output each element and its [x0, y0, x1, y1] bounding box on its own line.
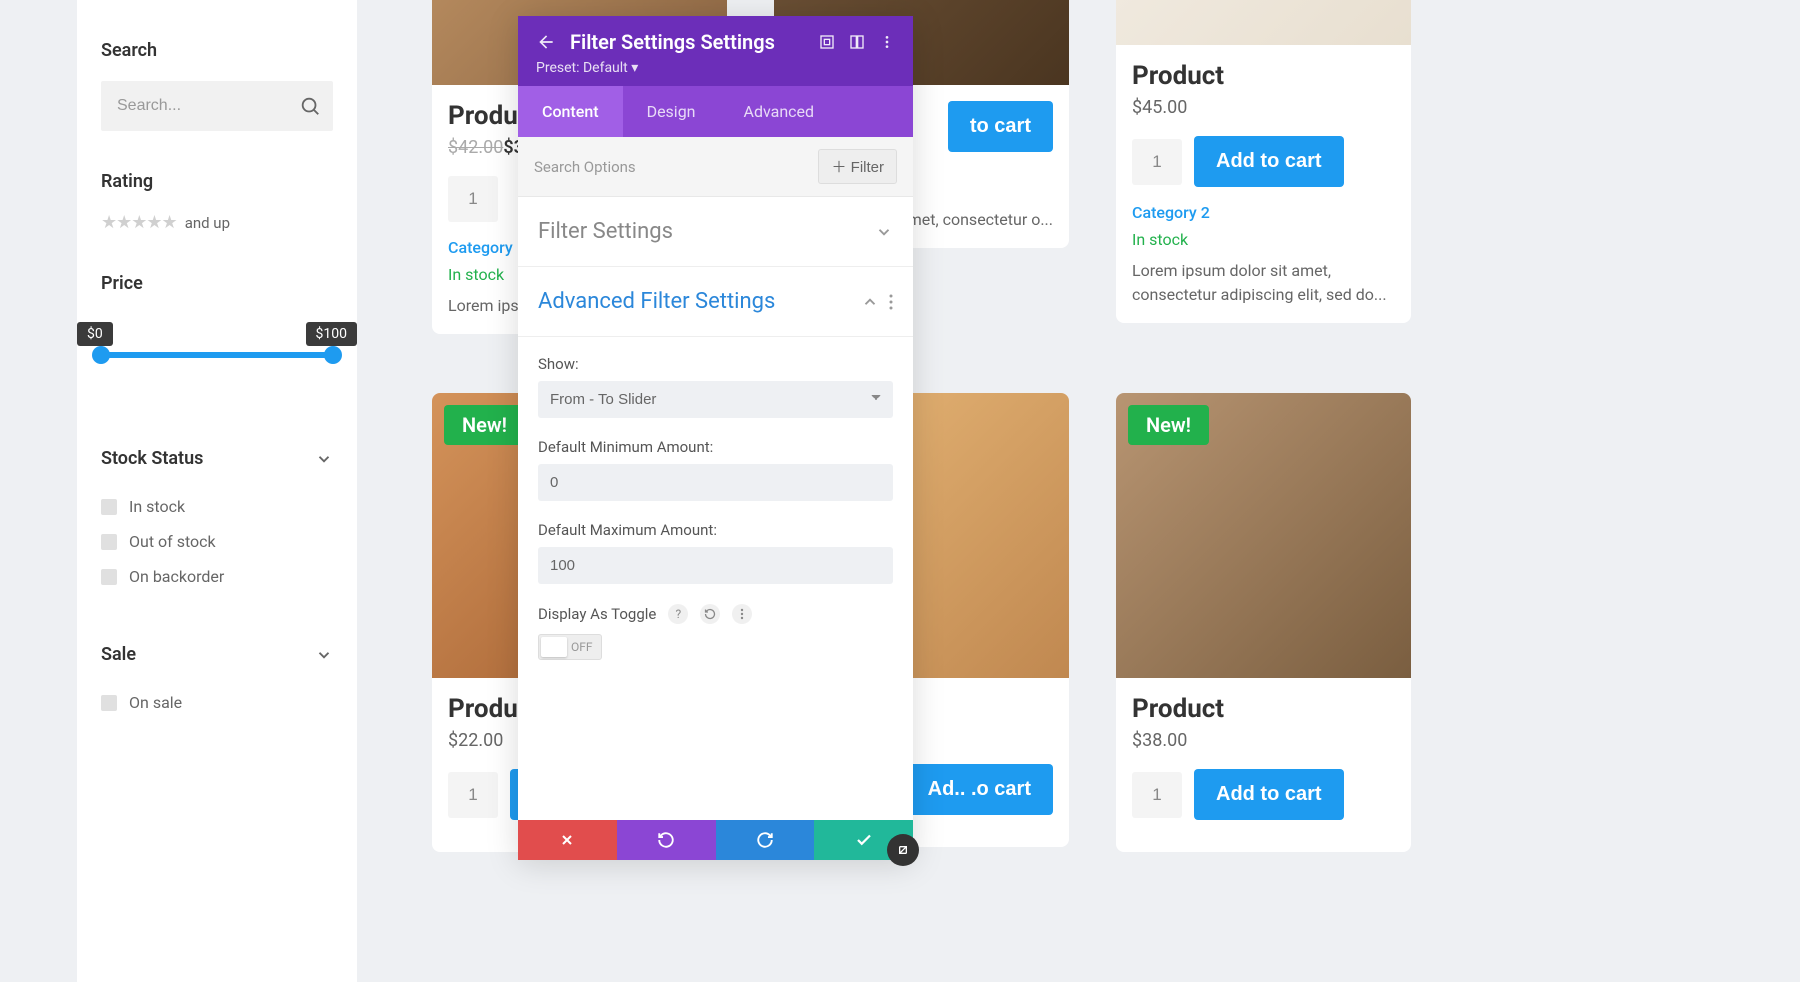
toggle-label: Display As Toggle [538, 605, 656, 623]
min-amount-label: Default Minimum Amount: [538, 438, 893, 456]
filter-settings-section[interactable]: Filter Settings [518, 197, 913, 267]
expand-icon[interactable] [819, 34, 835, 50]
rating-filter[interactable]: ★★★★★ and up [101, 212, 333, 233]
product-stock: In stock [1132, 230, 1395, 249]
settings-modal: Filter Settings Settings Preset: Default… [518, 16, 913, 860]
slider-track [101, 352, 333, 358]
tab-content[interactable]: Content [518, 86, 623, 137]
product-card: Product $45.00 Add to cart Category 2 In… [1116, 0, 1411, 323]
stock-status-header[interactable]: Stock Status [101, 448, 333, 469]
display-toggle-switch[interactable]: OFF [538, 634, 602, 660]
quantity-input[interactable] [448, 772, 498, 818]
modal-footer [518, 820, 913, 860]
toggle-state: OFF [571, 640, 593, 654]
undo-icon [657, 831, 675, 849]
reset-icon[interactable] [700, 604, 720, 624]
tab-design[interactable]: Design [623, 86, 720, 137]
sale-heading: Sale [101, 644, 136, 665]
stock-option[interactable]: In stock [101, 489, 333, 524]
quantity-input[interactable] [448, 176, 498, 222]
stock-option[interactable]: On backorder [101, 559, 333, 594]
quantity-input[interactable] [1132, 772, 1182, 818]
checkbox-icon[interactable] [101, 569, 117, 585]
chevron-up-icon [861, 293, 879, 311]
modal-header[interactable]: Filter Settings Settings Preset: Default… [518, 16, 913, 86]
undo-button[interactable] [617, 820, 716, 860]
product-image[interactable] [1116, 0, 1411, 45]
checkbox-icon[interactable] [101, 534, 117, 550]
search-heading: Search [101, 40, 333, 61]
close-icon [559, 832, 575, 848]
more-icon[interactable] [732, 604, 752, 624]
resize-handle[interactable] [887, 834, 919, 866]
chevron-down-icon [875, 223, 893, 241]
stock-options: In stock Out of stock On backorder [101, 489, 333, 594]
cancel-button[interactable] [518, 820, 617, 860]
product-image[interactable]: New! [1116, 393, 1411, 678]
redo-icon [756, 831, 774, 849]
rating-heading: Rating [101, 171, 333, 192]
product-card: New! Product $38.00 Add to cart [1116, 393, 1411, 852]
search-options-label[interactable]: Search Options [534, 158, 636, 176]
show-label: Show: [538, 355, 893, 373]
product-category[interactable]: Category 2 [1132, 203, 1395, 222]
search-icon[interactable] [299, 95, 321, 117]
show-select[interactable]: From - To Slider [538, 381, 893, 418]
sidebar: Search Rating ★★★★★ and up Price $0 $100… [77, 0, 357, 982]
price-min-label: $0 [77, 322, 113, 346]
product-title: Product [1132, 694, 1395, 724]
stock-heading: Stock Status [101, 448, 203, 469]
sale-options: On sale [101, 685, 333, 720]
redo-button[interactable] [716, 820, 815, 860]
check-icon [855, 831, 873, 849]
add-to-cart-button[interactable]: Ad.. .o cart [906, 764, 1053, 815]
price-heading: Price [101, 273, 333, 294]
checkbox-icon[interactable] [101, 695, 117, 711]
max-amount-input[interactable] [538, 547, 893, 584]
modal-title: Filter Settings Settings [570, 30, 805, 54]
modal-tabs: Content Design Advanced [518, 86, 913, 137]
slider-handle-max[interactable] [324, 346, 342, 364]
back-icon[interactable] [536, 32, 556, 52]
preset-selector[interactable]: Preset: Default ▾ [536, 60, 895, 76]
add-to-cart-button[interactable]: Add to cart [1194, 136, 1344, 187]
new-badge: New! [444, 405, 525, 445]
rating-suffix: and up [185, 214, 230, 232]
sale-header[interactable]: Sale [101, 644, 333, 665]
product-price: $38.00 [1132, 730, 1395, 751]
search-options-row: Search Options ＋ Filter [518, 137, 913, 197]
product-title: Product [1132, 61, 1395, 91]
slider-handle-min[interactable] [92, 346, 110, 364]
filter-button[interactable]: ＋ Filter [818, 149, 897, 184]
star-icons: ★★★★★ [101, 212, 177, 233]
sale-option[interactable]: On sale [101, 685, 333, 720]
search-box[interactable] [101, 81, 333, 131]
price-slider[interactable]: $0 $100 [101, 352, 333, 358]
more-icon[interactable] [879, 34, 895, 50]
snap-icon[interactable] [849, 34, 865, 50]
chevron-down-icon [315, 646, 333, 664]
add-to-cart-button[interactable]: to cart [948, 101, 1053, 152]
tab-advanced[interactable]: Advanced [720, 86, 839, 137]
help-icon[interactable]: ? [668, 604, 688, 624]
stock-option[interactable]: Out of stock [101, 524, 333, 559]
checkbox-icon[interactable] [101, 499, 117, 515]
max-amount-label: Default Maximum Amount: [538, 521, 893, 539]
product-desc: Lorem ipsum dolor sit amet, consectetur … [1132, 259, 1395, 307]
new-badge: New! [1128, 405, 1209, 445]
quantity-input[interactable] [1132, 139, 1182, 185]
price-max-label: $100 [306, 322, 357, 346]
advanced-filter-body: Show: From - To Slider Default Minimum A… [518, 337, 913, 690]
product-price: $45.00 [1132, 97, 1395, 118]
toggle-knob [541, 637, 567, 657]
more-icon[interactable] [889, 293, 893, 311]
chevron-down-icon [315, 450, 333, 468]
advanced-filter-section[interactable]: Advanced Filter Settings [518, 267, 913, 337]
min-amount-input[interactable] [538, 464, 893, 501]
add-to-cart-button[interactable]: Add to cart [1194, 769, 1344, 820]
